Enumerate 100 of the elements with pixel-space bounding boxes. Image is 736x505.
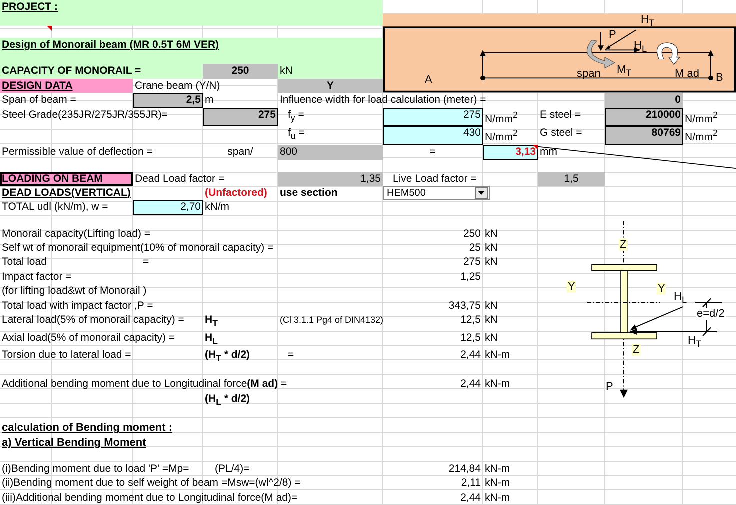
strength-value: 275 xyxy=(383,108,483,126)
load-label: Torsion due to lateral load = xyxy=(1,348,132,364)
unit-label: kN xyxy=(484,226,499,242)
equals-sign: = xyxy=(287,348,296,364)
moment-value: 2,44 xyxy=(460,377,482,392)
unit-label: kN xyxy=(484,255,499,270)
load-label: Impact factor = xyxy=(1,270,73,284)
factor-label: Dead Load factor = xyxy=(134,172,226,186)
unit-label: kN xyxy=(484,241,499,256)
diagram-label: Z xyxy=(632,344,641,356)
moment-value: 2,11 xyxy=(460,476,482,491)
unit-label: kN xyxy=(484,298,499,314)
unit-label: kN/m xyxy=(204,200,230,215)
unit-label: N/mm$^{2}$ xyxy=(684,108,719,126)
influence-label: Influence width for load calculation (meter) = xyxy=(279,93,488,108)
unit-label: kN-m xyxy=(484,476,512,491)
factor-value: 1,35 xyxy=(278,172,383,186)
capacity-value: 250 xyxy=(203,64,278,79)
load-label: (for lifting load&wt of Monorail ) xyxy=(1,284,148,299)
moment-label: Additional bending moment due to Longitudinal force(M ad) = xyxy=(1,377,288,392)
diagram-label: M$_{T}$ xyxy=(617,64,632,80)
crane-beam-value: Y xyxy=(278,78,383,94)
load-value: 275 xyxy=(462,255,482,270)
comment-marker-icon xyxy=(47,26,52,32)
load-label: Axial load(5% of monorail capacity) = xyxy=(1,330,176,346)
unit-label: kN xyxy=(279,64,294,79)
moment-formula: (PL/4)= xyxy=(214,462,251,476)
section-subheading: a) Vertical Bending Moment xyxy=(1,436,148,450)
moment-label: (iii)Additional bending moment due to Longitudinal force(M ad)= xyxy=(1,490,299,505)
strength-label: f$_{y}$ = xyxy=(287,108,306,125)
unit-label: kN xyxy=(484,330,499,346)
section-dropdown[interactable]: HEM500 xyxy=(383,186,490,200)
diagram-label: span xyxy=(577,68,601,80)
sheet-title: Design of Monorail beam (MR 0.5T 6M VER) xyxy=(1,38,220,52)
project-label: PROJECT : xyxy=(1,0,60,14)
diagram-label: A xyxy=(425,74,432,86)
strength-label: f$_{u}$ = xyxy=(287,126,306,144)
unit-label: kN-m xyxy=(484,462,512,476)
span-value: 2,5 xyxy=(133,93,203,108)
load-label: Total load xyxy=(1,255,48,270)
unit-label: m xyxy=(204,93,215,108)
use-section-label: use section xyxy=(279,186,339,200)
diagram-label: P xyxy=(606,380,614,393)
unfactored-note: (Unfactored) xyxy=(204,186,268,200)
modulus-label: E steel = xyxy=(539,108,582,123)
load-symbol: H$_{T}$ xyxy=(204,313,219,330)
load-label: Total load with impact factor ,P = xyxy=(1,298,154,314)
load-value: 12,5 xyxy=(460,313,482,328)
load-value: 343,75 xyxy=(448,298,482,314)
section-heading: LOADING ON BEAM xyxy=(0,172,133,186)
modulus-value: 210000 xyxy=(605,108,683,126)
diagram-label: Y xyxy=(567,280,576,293)
modulus-label: G steel = xyxy=(539,126,584,142)
udl-value: 2,70 xyxy=(133,200,203,215)
diagram-label: M ad xyxy=(675,68,700,80)
load-value: 2,44 xyxy=(460,348,482,364)
deflection-ratio: 800 xyxy=(278,145,383,160)
unit-label: kN-m xyxy=(484,348,512,364)
load-label: Self wt of monorail equipment(10% of monorail capacity) = xyxy=(1,241,275,256)
diagram-label: P xyxy=(609,29,616,42)
load-symbol: H$_{L}$ xyxy=(204,330,219,348)
span-ratio-label: span/ xyxy=(226,145,254,160)
equals-sign: = xyxy=(142,255,150,270)
strength-value: 430 xyxy=(383,126,483,146)
load-value: 1,25 xyxy=(460,270,482,284)
diagram-label: Z xyxy=(619,238,628,251)
steel-grade-value: 275 xyxy=(203,108,278,126)
equals-sign: = xyxy=(428,145,438,160)
moment-formula: (H$_{L}$ * d/2) xyxy=(204,392,252,409)
diagram-label: H$_{L}$ xyxy=(634,40,648,56)
factor-label: Live Load factor = xyxy=(392,172,478,186)
load-label: Lateral load(5% of monorail capacity) = xyxy=(1,313,186,328)
diagram-label: Y xyxy=(657,282,666,295)
section-heading: DEAD LOADS(VERTICAL) xyxy=(1,186,132,200)
crane-beam-label: Crane beam (Y/N) xyxy=(134,78,222,94)
diagram-label: H$_{L}$ xyxy=(674,290,688,306)
moment-label: (i)Bending moment due to load 'P' =Mp= xyxy=(1,462,190,476)
unit-label: kN-m xyxy=(484,377,512,392)
load-label: Monorail capacity(Lifting load) = xyxy=(1,226,152,242)
influence-value: 0 xyxy=(605,93,683,108)
load-value: 12,5 xyxy=(460,330,482,346)
factor-value: 1,5 xyxy=(538,172,605,186)
diagram-label: H$_{T}$ xyxy=(688,334,702,350)
load-symbol: (H$_{T}$ * d/2) xyxy=(204,348,252,366)
load-value: 250 xyxy=(462,226,482,242)
unit-label: mm xyxy=(539,145,558,160)
unit-label: N/mm$^{2}$ xyxy=(484,127,519,146)
deflection-label: Permissible value of deflection = xyxy=(1,145,154,160)
udl-label: TOTAL udl (kN/m), w = xyxy=(1,200,110,215)
section-heading: DESIGN DATA xyxy=(0,78,133,94)
diagram-label: B xyxy=(716,72,724,84)
diagram-label: H$_{T}$ xyxy=(641,14,655,30)
diagram-label: e=d/2 xyxy=(696,308,726,320)
moment-label: (ii)Bending moment due to self weight of beam =Msw=(wl^2/8) = xyxy=(1,476,302,491)
modulus-value: 80769 xyxy=(605,126,683,146)
capacity-label: CAPACITY OF MONORAIL = xyxy=(1,64,142,79)
load-value: 25 xyxy=(468,241,482,256)
steel-grade-label: Steel Grade(235JR/275JR/355JR)= xyxy=(1,108,170,123)
moment-value: 2,44 xyxy=(460,490,482,505)
deflection-value: 3,13 xyxy=(483,145,538,160)
